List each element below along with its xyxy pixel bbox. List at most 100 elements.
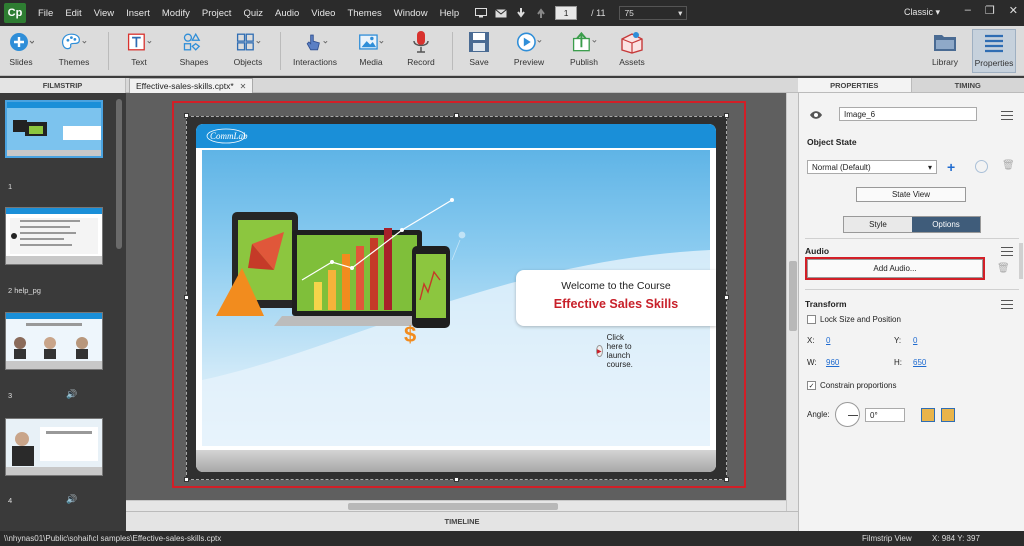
edit-state-icon[interactable]: [975, 160, 988, 173]
publish-button[interactable]: Publish: [564, 29, 604, 73]
slide-thumbnail-1[interactable]: [5, 100, 103, 158]
h-value[interactable]: 650: [913, 358, 926, 367]
workspace-select[interactable]: Classic ▾: [904, 7, 940, 18]
slides-icon: [8, 29, 34, 55]
interactions-button[interactable]: Interactions: [290, 29, 340, 73]
rotate-right-icon[interactable]: [941, 408, 955, 422]
zoom-select[interactable]: 75 ▾: [619, 6, 688, 20]
menu-modify[interactable]: Modify: [156, 8, 196, 19]
angle-dial[interactable]: [835, 402, 860, 427]
save-label: Save: [469, 57, 489, 67]
properties-button[interactable]: Properties: [972, 29, 1016, 73]
assets-button[interactable]: Assets: [614, 29, 650, 73]
minimize-icon[interactable]: –: [965, 4, 971, 17]
library-button[interactable]: Library: [926, 29, 964, 73]
slide-thumbnail-2[interactable]: [5, 207, 103, 265]
menu-insert[interactable]: Insert: [120, 8, 156, 19]
slides-button[interactable]: Slides: [4, 29, 38, 73]
menu-themes[interactable]: Themes: [341, 8, 387, 19]
resize-handle[interactable]: [184, 295, 189, 300]
w-value[interactable]: 960: [826, 358, 839, 367]
document-tab[interactable]: Effective-sales-skills.cptx* ✕: [129, 78, 254, 93]
menu-file[interactable]: File: [32, 8, 59, 19]
download-icon[interactable]: [515, 8, 527, 18]
tab-properties[interactable]: PROPERTIES: [798, 78, 912, 93]
file-path: \\nhynas01\Public\sohail\cl samples\Effe…: [4, 534, 222, 543]
maximize-icon[interactable]: ❐: [985, 4, 995, 17]
timeline-panel-header[interactable]: TIMELINE: [126, 511, 798, 531]
tab-timing[interactable]: TIMING: [911, 78, 1024, 93]
preview-button[interactable]: Preview: [508, 29, 550, 73]
resize-handle[interactable]: [724, 113, 729, 118]
launch-course-link[interactable]: ▶ Click here to launch course.: [596, 333, 638, 369]
interactions-label: Interactions: [293, 57, 337, 67]
panel-menu-icon[interactable]: [1001, 111, 1013, 120]
style-options-toggle: Style Options: [843, 216, 981, 233]
menu-video[interactable]: Video: [305, 8, 341, 19]
stage-horizontal-scrollbar[interactable]: [126, 500, 786, 511]
resize-handle[interactable]: [724, 295, 729, 300]
menu-project[interactable]: Project: [196, 8, 238, 19]
angle-input[interactable]: 0°: [865, 408, 905, 422]
resize-handle[interactable]: [184, 113, 189, 118]
scroll-thumb[interactable]: [348, 503, 558, 510]
properties-scrollbar[interactable]: [1019, 243, 1023, 279]
state-view-button[interactable]: State View: [856, 187, 966, 202]
close-icon[interactable]: ✕: [1009, 4, 1018, 17]
objects-icon: [235, 29, 261, 55]
themes-icon: [61, 29, 87, 55]
slide-thumbnail-3[interactable]: [5, 312, 103, 370]
style-tab[interactable]: Style: [844, 217, 912, 232]
text-label: Text: [131, 57, 147, 67]
mail-icon[interactable]: [495, 8, 507, 18]
resize-handle[interactable]: [454, 477, 459, 482]
panel-menu-icon[interactable]: [1001, 247, 1013, 256]
panel-menu-icon[interactable]: [1001, 300, 1013, 309]
menu-help[interactable]: Help: [434, 8, 466, 19]
themes-button[interactable]: Themes: [54, 29, 94, 73]
menu-view[interactable]: View: [88, 8, 120, 19]
current-slide-input[interactable]: 1: [555, 6, 578, 20]
text-button[interactable]: Text: [120, 29, 158, 73]
scroll-thumb[interactable]: [789, 261, 797, 331]
stage-vertical-scrollbar[interactable]: [786, 93, 798, 511]
constrain-checkbox[interactable]: ✓: [807, 381, 816, 390]
slide-thumbnail-label: 1: [8, 182, 13, 191]
objects-button[interactable]: Objects: [228, 29, 268, 73]
save-button[interactable]: Save: [462, 29, 496, 73]
shapes-button[interactable]: Shapes: [174, 29, 214, 73]
rotate-left-icon[interactable]: [921, 408, 935, 422]
properties-panel: Image_6 Object State Normal (Default) ▾ …: [798, 93, 1024, 531]
record-button[interactable]: Record: [402, 29, 440, 73]
menu-quiz[interactable]: Quiz: [237, 8, 269, 19]
media-button[interactable]: Media: [350, 29, 392, 73]
trash-icon[interactable]: 🗑: [997, 263, 1010, 274]
resize-handle[interactable]: [454, 113, 459, 118]
slide-thumbnail-4[interactable]: [5, 418, 103, 476]
monitor-icon[interactable]: [475, 8, 488, 18]
add-state-icon[interactable]: +: [947, 159, 955, 175]
captivate-window: Cp File Edit View Insert Modify Project …: [0, 0, 1024, 546]
menu-audio[interactable]: Audio: [269, 8, 305, 19]
resize-handle[interactable]: [184, 477, 189, 482]
trash-icon[interactable]: 🗑: [1002, 160, 1015, 171]
object-name-input[interactable]: Image_6: [839, 107, 977, 121]
lock-size-checkbox[interactable]: [807, 315, 816, 324]
menu-edit[interactable]: Edit: [59, 8, 87, 19]
publish-label: Publish: [570, 57, 598, 67]
resize-handle[interactable]: [724, 477, 729, 482]
upload-icon[interactable]: [535, 8, 547, 18]
object-state-select[interactable]: Normal (Default) ▾: [807, 160, 937, 174]
y-value[interactable]: 0: [913, 336, 917, 345]
angle-dial-needle: [848, 415, 858, 416]
eye-icon[interactable]: [809, 110, 823, 122]
launch-course-text: Click here to launch course.: [606, 333, 633, 369]
transform-heading: Transform: [805, 299, 847, 309]
x-value[interactable]: 0: [826, 336, 830, 345]
object-state-value: Normal (Default): [812, 162, 871, 172]
add-audio-button[interactable]: Add Audio...: [805, 257, 985, 280]
menu-window[interactable]: Window: [388, 8, 434, 19]
close-icon[interactable]: ✕: [240, 82, 247, 91]
filmstrip-scrollbar[interactable]: [116, 99, 122, 249]
options-tab[interactable]: Options: [912, 217, 980, 232]
